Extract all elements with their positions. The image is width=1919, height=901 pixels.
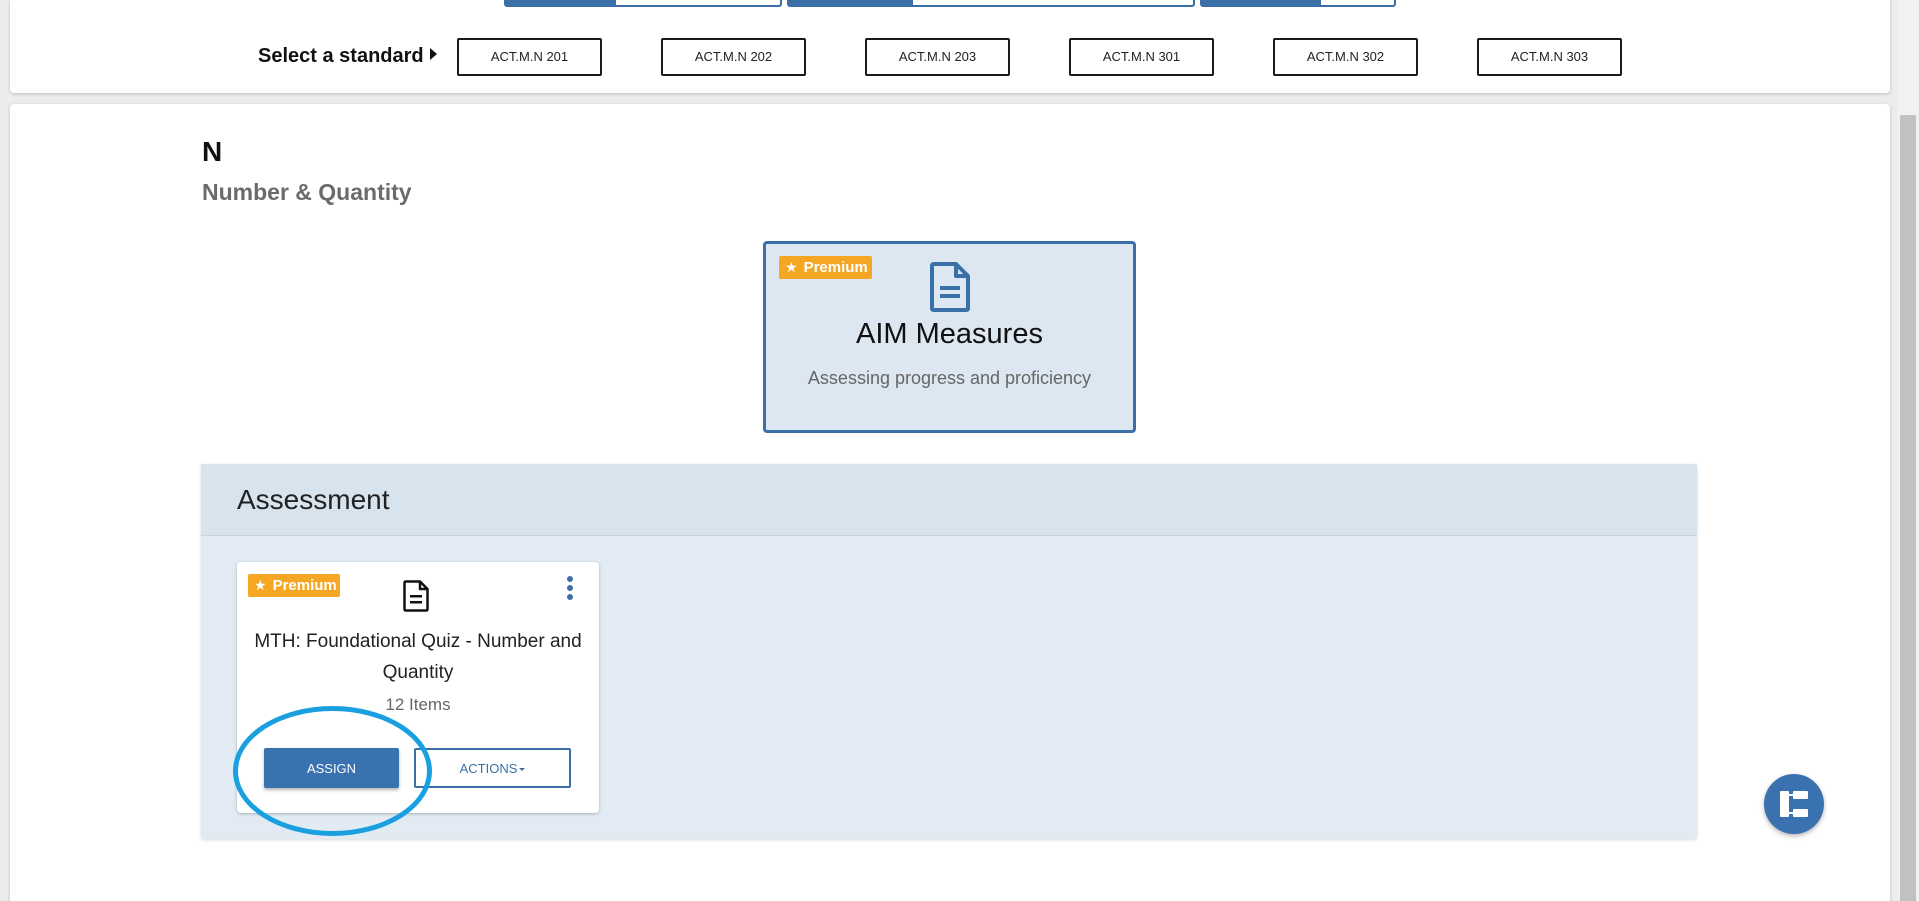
standard-button-5[interactable]: ACT.M.N 302	[1273, 38, 1418, 76]
more-options-icon[interactable]	[564, 576, 576, 606]
premium-badge: ★ Premium	[779, 256, 872, 279]
caret-down-icon	[519, 767, 526, 771]
scrollbar[interactable]	[1897, 0, 1919, 901]
standard-button-4[interactable]: ACT.M.N 301	[1069, 38, 1214, 76]
aim-card-title: AIM Measures	[856, 318, 1043, 350]
top-tab-1[interactable]	[504, 0, 782, 7]
assessment-panel: Assessment ★ Premium MTH: Foundational Qu…	[201, 464, 1697, 839]
top-tab-2[interactable]	[787, 0, 1195, 7]
document-icon	[403, 580, 429, 612]
assessment-title: Assessment	[237, 484, 390, 515]
actions-dropdown-button[interactable]: ACTIONS	[414, 748, 571, 788]
star-sparkle-icon: ★	[254, 577, 267, 593]
quiz-title: MTH: Foundational Quiz - Number and Quan…	[254, 631, 582, 683]
aim-card-description: Assessing progress and proficiency	[807, 368, 1092, 388]
aim-measures-card[interactable]: ★ Premium AIM Measures Assessing progress…	[763, 241, 1136, 433]
sitemap-icon	[1780, 791, 1808, 817]
top-tab-3[interactable]	[1200, 0, 1396, 7]
scrollbar-thumb[interactable]	[1900, 115, 1916, 901]
select-standard-label: Select a standard	[258, 45, 437, 68]
star-sparkle-icon: ★	[785, 259, 798, 275]
select-standard-text: Select a standard	[258, 45, 424, 67]
assign-button[interactable]: ASSIGN	[264, 748, 399, 788]
standards-header: Select a standard ACT.M.N 201 ACT.M.N 20…	[10, 0, 1890, 93]
section-code: N	[202, 136, 223, 167]
standard-button-3[interactable]: ACT.M.N 203	[865, 38, 1010, 76]
standard-button-2[interactable]: ACT.M.N 202	[661, 38, 806, 76]
document-icon	[930, 262, 970, 312]
premium-badge-label: Premium	[272, 577, 337, 594]
assessment-header: Assessment	[201, 464, 1697, 536]
premium-badge: ★ Premium	[248, 574, 340, 597]
quiz-card[interactable]: ★ Premium MTH: Foundational Quiz - Number…	[237, 562, 599, 813]
section-name: Number & Quantity	[202, 179, 412, 205]
premium-badge-label: Premium	[803, 259, 868, 276]
actions-label: ACTIONS	[459, 760, 518, 776]
standard-button-6[interactable]: ACT.M.N 303	[1477, 38, 1622, 76]
hierarchy-fab-button[interactable]	[1764, 774, 1824, 834]
quiz-item-count: 12 Items	[385, 695, 451, 714]
caret-right-icon	[429, 48, 437, 60]
standard-button-1[interactable]: ACT.M.N 201	[457, 38, 602, 76]
